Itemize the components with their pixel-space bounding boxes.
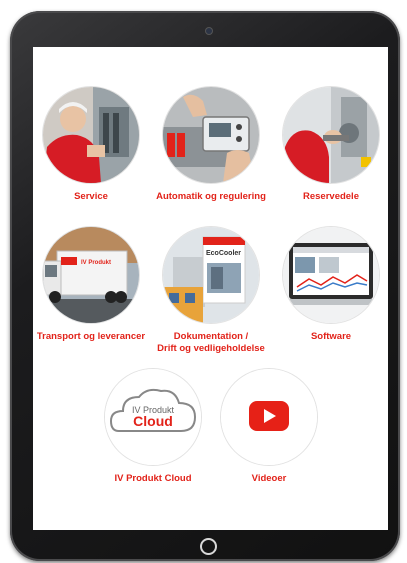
tile-software-label: Software — [310, 331, 352, 342]
tile-automatik[interactable]: Automatik og regulering — [153, 87, 269, 203]
tile-reservedele[interactable]: Reservedele — [273, 87, 388, 203]
tile-videoer-label: Videoer — [251, 473, 287, 484]
tile-dokumentation[interactable]: EcoCooler Dokumentation / Drift og vedli… — [153, 227, 269, 355]
home-button[interactable] — [200, 538, 217, 555]
control-panel-photo — [163, 87, 259, 183]
truck-brand-text: IV Produkt — [81, 260, 111, 266]
tile-cloud[interactable]: IV Produkt Cloud IV Produkt Cloud — [95, 369, 211, 485]
service-technician-photo — [43, 87, 139, 183]
cloud-logo: IV Produkt Cloud — [105, 369, 201, 465]
software-laptop-photo — [283, 227, 379, 323]
tile-automatik-label: Automatik og regulering — [156, 191, 266, 202]
spare-parts-photo — [283, 87, 379, 183]
tile-software[interactable]: Software — [273, 227, 388, 343]
documentation-photo: EcoCooler — [163, 227, 259, 323]
brochure-title: EcoCooler — [206, 250, 241, 257]
tile-service-label: Service — [74, 191, 108, 202]
tile-transport[interactable]: IV Produkt Transport og leverancer — [33, 227, 149, 343]
tile-reservedele-label: Reservedele — [303, 191, 359, 202]
tile-transport-label: Transport og leverancer — [36, 331, 146, 342]
app-screen: Service Automatik og regulering Reserved… — [33, 47, 388, 530]
camera-icon — [206, 28, 212, 34]
tile-dokumentation-label-line2: Drift og vedligeholdelse — [157, 343, 265, 354]
youtube-play-icon — [221, 369, 317, 465]
tile-service[interactable]: Service — [33, 87, 149, 203]
tile-cloud-label: IV Produkt Cloud — [114, 473, 192, 484]
cloud-logo-line2: Cloud — [133, 413, 173, 429]
tile-dokumentation-label: Dokumentation / Drift og vedligeholdelse — [153, 331, 269, 355]
tile-videoer[interactable]: Videoer — [211, 369, 327, 485]
delivery-truck-photo: IV Produkt — [43, 227, 139, 323]
tile-dokumentation-label-line1: Dokumentation / — [173, 331, 249, 342]
youtube-circle — [221, 369, 317, 465]
